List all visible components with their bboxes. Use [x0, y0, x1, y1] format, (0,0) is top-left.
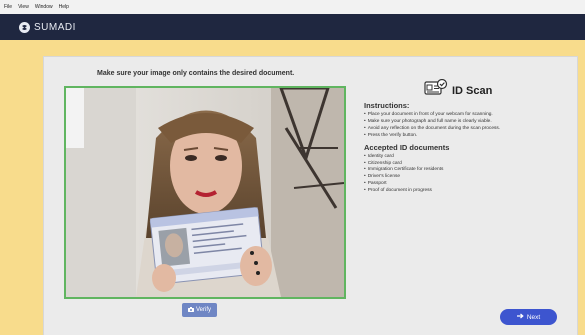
webcam-preview: [64, 86, 346, 299]
menu-bar: File View Window Help: [0, 0, 585, 14]
list-item: Press the Verify button.: [364, 133, 579, 140]
sumadi-logo-icon: [19, 21, 30, 33]
verify-button[interactable]: Verify: [182, 303, 217, 317]
arrow-right-icon: [516, 313, 524, 321]
list-item: Identity card: [364, 154, 579, 161]
camera-icon: [187, 306, 194, 314]
id-card-check-icon: [424, 78, 448, 102]
app-name: SUMADI: [34, 21, 76, 33]
accepted-heading: Accepted ID documents: [364, 142, 450, 152]
menu-view[interactable]: View: [18, 4, 29, 10]
idscan-header: ID Scan: [424, 78, 493, 102]
instructions-heading: Instructions:: [364, 101, 410, 110]
menu-help[interactable]: Help: [59, 4, 69, 10]
app-header: SUMADI: [0, 14, 585, 40]
idscan-title: ID Scan: [452, 84, 493, 97]
capture-instruction: Make sure your image only contains the d…: [97, 70, 295, 77]
list-item: Proof of document in progress: [364, 188, 579, 195]
list-item: Make sure your photograph and full name …: [364, 119, 579, 126]
list-item: Driver's license: [364, 174, 579, 181]
menu-window[interactable]: Window: [35, 4, 53, 10]
app-logo: SUMADI: [19, 21, 76, 33]
menu-file[interactable]: File: [4, 4, 12, 10]
accepted-list: Identity card Citizenship card Immigrati…: [364, 154, 579, 195]
next-label: Next: [526, 313, 541, 321]
instructions-panel: Instructions: Place your document in fro…: [364, 101, 579, 198]
webcam-image: [66, 88, 344, 297]
list-item: Avoid any reflection on the document dur…: [364, 126, 579, 133]
instructions-list: Place your document in front of your web…: [364, 112, 579, 140]
list-item: Place your document in front of your web…: [364, 112, 579, 119]
verify-label: Verify: [195, 307, 211, 313]
next-button[interactable]: Next: [500, 309, 557, 325]
